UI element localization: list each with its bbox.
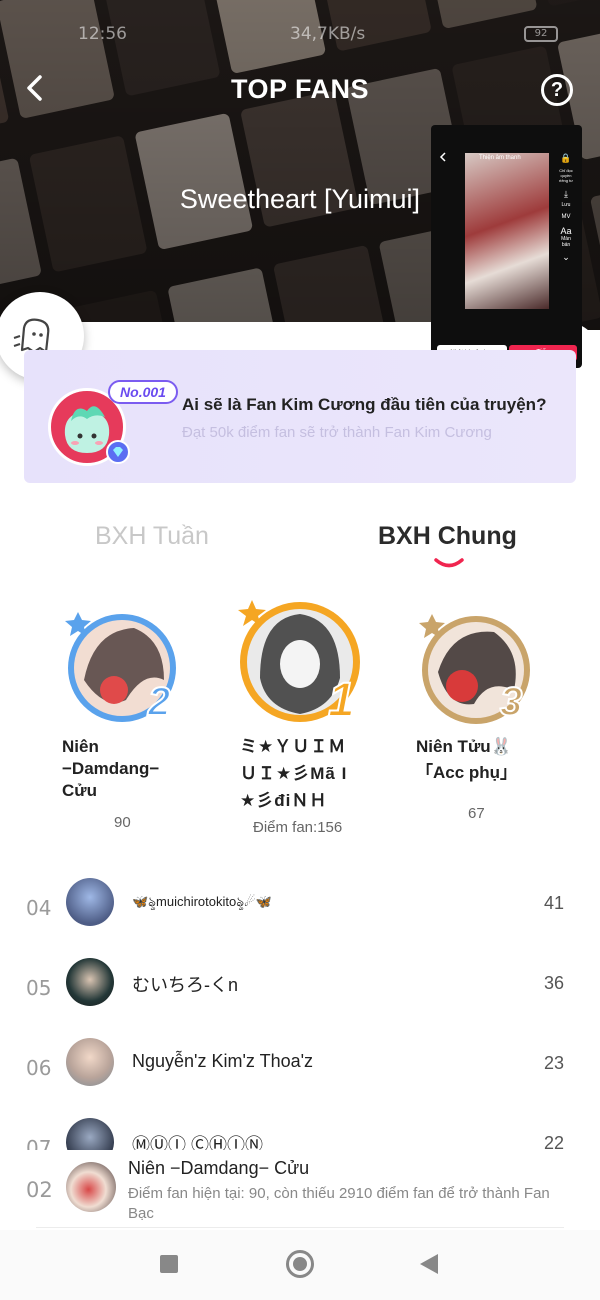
mini-side-text-3: MV [561, 214, 571, 220]
status-time: 12:56 [78, 24, 127, 44]
podium-1-name-line3: ★彡điＮＨ [240, 791, 328, 810]
back-triangle-icon[interactable] [420, 1254, 438, 1274]
podium-3-name: Niên Tửu🐰 「Acc phụ」 [416, 736, 517, 784]
ranking-username: ⓂⓊⒾ ⒸⒽⒾⓃ [132, 1135, 264, 1150]
ranking-score: 41 [543, 893, 564, 913]
podium-2-name: Niên −Damdang− Cửu [62, 736, 159, 802]
podium-2-avatar[interactable]: 2 [64, 610, 180, 726]
svg-text:3: 3 [500, 680, 522, 724]
mini-side-toolbar: 🔒 Chỉ đọc quyền riêng tư ⤓ Lưu MV Aa Màn… [559, 153, 573, 262]
ranking-username: Nguyễn'z Kim'z Thoa'z [132, 1051, 314, 1071]
user-avatar [66, 1118, 114, 1150]
mini-side-text-5: Màn bán [561, 236, 571, 248]
ranking-row[interactable]: 04 🦋ৡmuichirotokitoৡ☄🦋 41 [0, 878, 600, 938]
mini-side-text-4: Aa [560, 226, 572, 236]
ranking-number: 07 [26, 1136, 52, 1150]
user-avatar [66, 958, 114, 1006]
ranking-row[interactable]: 06 Nguyễn'z Kim'z Thoa'z 23 [0, 1038, 600, 1098]
home-icon[interactable] [286, 1250, 314, 1278]
tab-weekly-ranking[interactable]: BXH Tuần [95, 522, 209, 551]
divider [36, 1227, 564, 1228]
system-navigation-bar [0, 1230, 600, 1300]
mini-music-label: Thiện âm thanh [479, 155, 521, 161]
my-progress-description: Điểm fan hiện tại: 90, còn thiếu 2910 đi… [128, 1185, 550, 1222]
podium-1-name-line1: ミ★ＹＵＩＭ [240, 737, 347, 756]
ranking-username: 🦋ৡmuichirotokitoৡ☄🦋 [132, 894, 272, 909]
podium-2-name-line2: −Damdang− [62, 759, 160, 778]
ranking-number: 05 [26, 976, 52, 1000]
ranking-score: 36 [543, 973, 564, 993]
podium-2-score: 90 [114, 814, 131, 831]
podium-3-avatar[interactable]: 3 [418, 612, 534, 728]
status-speed: 34,7KB/s [290, 24, 366, 44]
diamond-icon [106, 440, 130, 464]
rank-badge: No.001 [108, 380, 178, 404]
user-avatar [66, 878, 114, 926]
user-avatar [66, 1038, 114, 1086]
ranking-row[interactable]: 07 ⓂⓊⒾ ⒸⒽⒾⓃ 22 [0, 1118, 600, 1150]
mini-back-icon [439, 152, 446, 162]
podium-2-name-line3: Cửu [62, 781, 97, 800]
svg-text:2: 2 [147, 680, 170, 724]
mini-side-text-1: Chỉ đọc quyền riêng tư [559, 168, 573, 183]
mini-side-text-2: Lưu [561, 202, 571, 208]
ranking-score: 22 [543, 1133, 564, 1150]
ranking-score: 23 [543, 1053, 564, 1073]
story-preview-thumbnail[interactable]: Thiện âm thanh 🔒 Chỉ đọc quyền riêng tư … [431, 125, 582, 368]
podium-1-avatar[interactable]: 1 [236, 598, 364, 726]
battery-icon: 92 [524, 26, 558, 42]
ranking-number: 06 [26, 1056, 52, 1080]
podium-3-name-line2: 「Acc phụ」 [416, 763, 518, 782]
active-tab-indicator [434, 558, 464, 568]
podium-1-score: Điểm fan:156 [253, 819, 343, 836]
ranking-number: 04 [26, 896, 52, 920]
podium-1-name-line2: ＵＩ★彡Mã I [240, 764, 348, 783]
status-bar: 12:56 34,7KB/s 92 [0, 0, 600, 70]
tab-overall-ranking[interactable]: BXH Chung [378, 522, 517, 551]
podium-3-name-line1: Niên Tửu🐰 [416, 737, 512, 756]
diamond-card-subtitle: Đạt 50k điểm fan sẽ trở thành Fan Kim Cư… [182, 424, 492, 441]
my-avatar [66, 1162, 116, 1212]
podium-1-name: ミ★ＹＵＩＭ ＵＩ★彡Mã I ★彡điＮＨ [240, 736, 347, 812]
podium-2-name-line1: Niên [62, 737, 99, 756]
my-ranking-bar[interactable]: 02 Niên −Damdang− Cửu Điểm fan hiện tại:… [0, 1150, 600, 1230]
svg-text:1: 1 [328, 674, 355, 726]
ranking-username: むいちろ-くn [132, 975, 239, 995]
diamond-card-title: Ai sẽ là Fan Kim Cương đầu tiên của truy… [182, 395, 547, 414]
podium-3-score: 67 [468, 805, 485, 822]
my-username: Niên −Damdang− Cửu [128, 1158, 310, 1178]
diamond-fan-card[interactable]: No.001 Ai sẽ là Fan Kim Cương đầu tiên c… [24, 350, 576, 483]
my-rank-number: 02 [26, 1178, 53, 1202]
preview-artwork [465, 153, 549, 309]
recent-apps-icon[interactable] [160, 1255, 178, 1273]
ranking-row[interactable]: 05 むいちろ-くn 36 [0, 958, 600, 1018]
page-title: TOP FANS [230, 74, 370, 104]
help-icon[interactable]: ? [541, 74, 573, 106]
